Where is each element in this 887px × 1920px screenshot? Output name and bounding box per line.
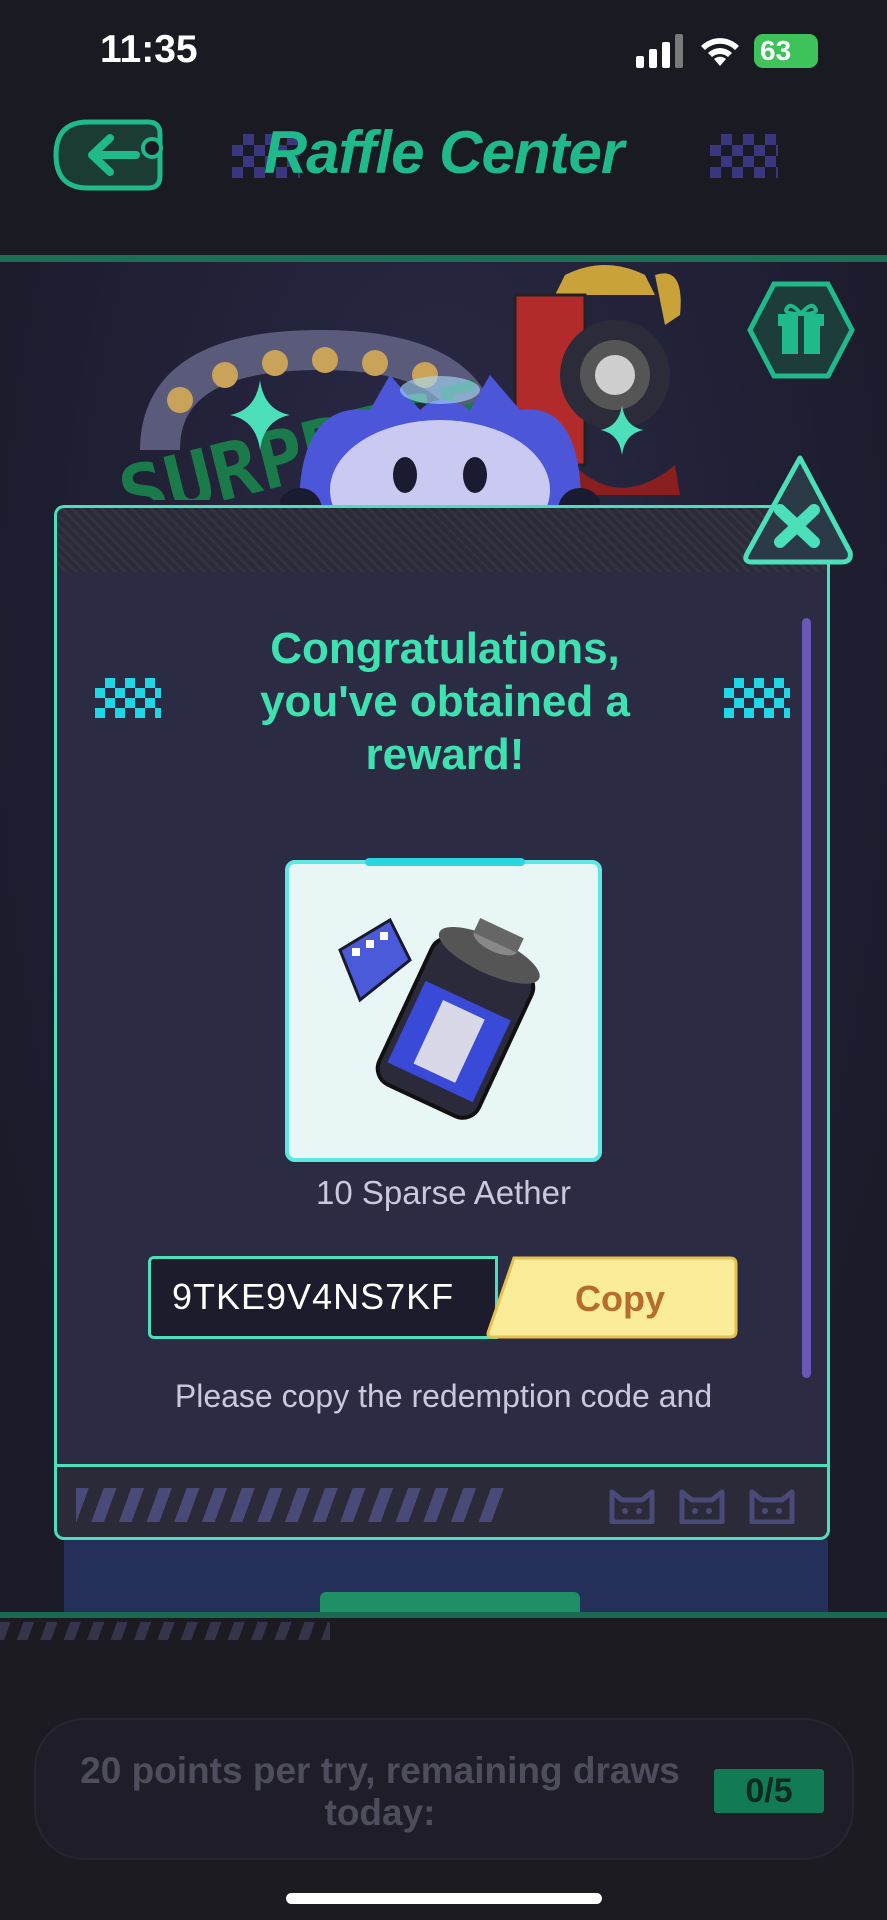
draw-info-text: 20 points per try, remaining draws today… [80, 1750, 680, 1833]
header-divider [0, 255, 887, 262]
home-indicator[interactable] [286, 1893, 602, 1904]
title-decoration-right [710, 134, 778, 178]
bottom-divider [0, 1612, 887, 1618]
redemption-instructions: Please copy the redemption code and [174, 1378, 713, 1414]
sparkle-icon [600, 405, 644, 455]
cat-face-icon [679, 1489, 725, 1524]
dialog-stripes-decoration [76, 1488, 506, 1522]
cat-face-icon [749, 1489, 795, 1524]
remaining-draws-badge: 0/5 [714, 1769, 824, 1813]
congratulations-heading: Congratulations, you've obtained a rewar… [260, 624, 630, 779]
redemption-code[interactable]: 9TKE9V4NS7KF [172, 1276, 454, 1318]
status-time: 11:35 [100, 28, 198, 71]
close-button[interactable] [738, 452, 856, 570]
pixel-decoration-right [724, 678, 790, 718]
reward-card-accent [365, 858, 525, 866]
reward-name: 10 Sparse Aether [315, 1174, 571, 1211]
dialog-scrollbar[interactable] [802, 618, 811, 1378]
dialog-top-frame [54, 505, 830, 575]
gift-icon[interactable] [746, 280, 856, 380]
cellular-signal-icon [636, 34, 683, 68]
bottom-stripe-decoration [0, 1622, 330, 1640]
battery-indicator: 63 [754, 34, 818, 68]
wifi-icon [701, 38, 739, 66]
cat-face-icon [609, 1489, 655, 1524]
pixel-decoration-left [95, 678, 161, 718]
sparkle-icon [230, 380, 290, 450]
copy-button-label[interactable]: Copy [520, 1278, 720, 1320]
film-canister-icon [338, 917, 540, 1120]
